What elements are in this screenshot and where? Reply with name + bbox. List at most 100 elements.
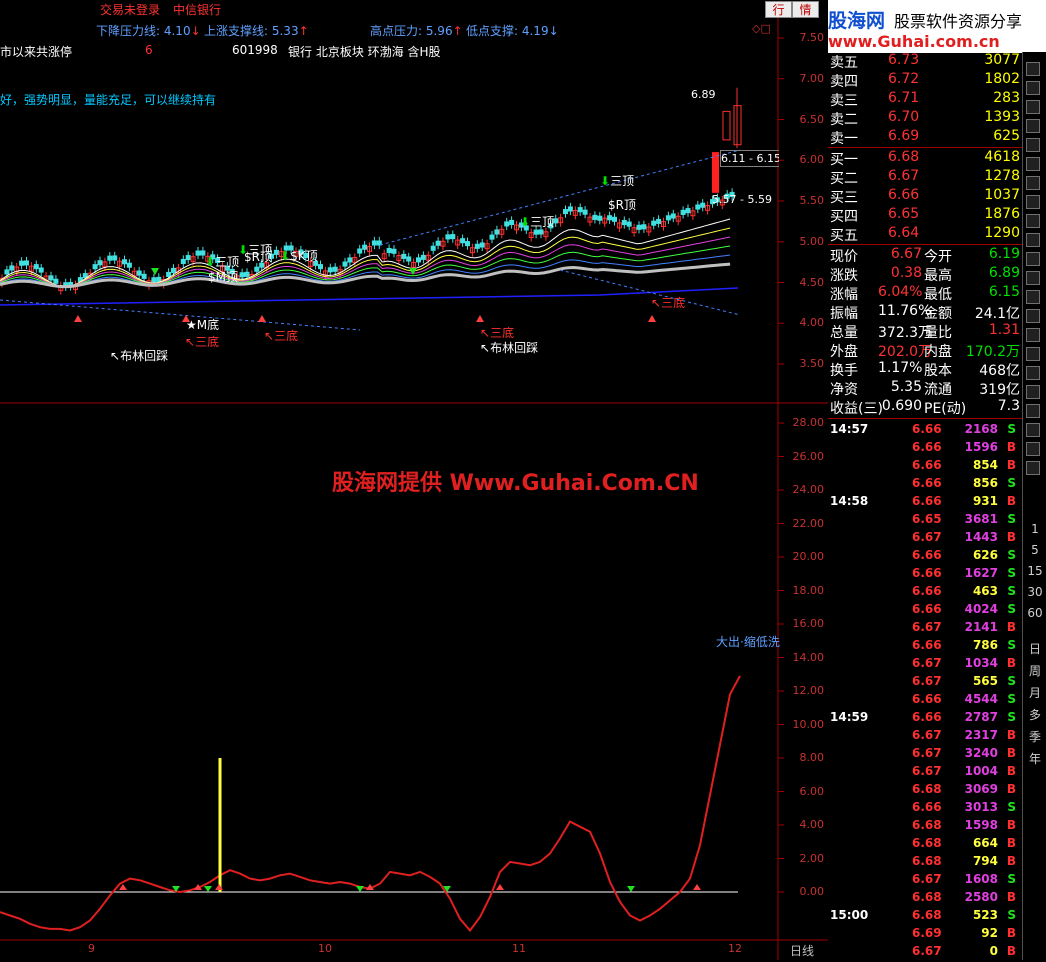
cycle-button[interactable]: 年 — [1023, 750, 1046, 767]
toolbar-tool-icon[interactable] — [1026, 423, 1040, 437]
candle-body — [38, 267, 44, 273]
ask-volume: 1802 — [984, 71, 1020, 87]
tick-row[interactable]: 6.68 664 B — [828, 836, 1020, 854]
tick-row[interactable]: 6.67 2141 B — [828, 620, 1020, 638]
sell-arrow-icon — [409, 268, 417, 275]
toolbar-tool-icon[interactable] — [1026, 461, 1040, 475]
toolbar-tool-icon[interactable] — [1026, 81, 1040, 95]
tick-price: 6.67 — [912, 764, 942, 778]
toolbar-tool-icon[interactable] — [1026, 233, 1040, 247]
tick-row[interactable]: 6.66 1627 S — [828, 566, 1020, 584]
candle-body — [460, 238, 466, 244]
tick-row[interactable]: 6.67 1443 B — [828, 530, 1020, 548]
toolbar-tool-icon[interactable] — [1026, 176, 1040, 190]
candle-body — [92, 264, 98, 270]
tick-volume: 2141 — [964, 620, 998, 634]
tick-row[interactable]: 6.67 1608 S — [828, 872, 1020, 890]
period-button[interactable]: 30 — [1023, 585, 1046, 599]
toolbar-tool-icon[interactable] — [1026, 347, 1040, 361]
stat-value: 6.19 — [988, 246, 1020, 262]
period-button[interactable]: 15 — [1023, 564, 1046, 578]
candle-body — [670, 213, 676, 219]
toolbar-tool-icon[interactable] — [1026, 271, 1040, 285]
tick-row[interactable]: 6.66 4544 S — [828, 692, 1020, 710]
toolbar-tool-icon[interactable] — [1026, 404, 1040, 418]
period-button[interactable]: 1 — [1023, 522, 1046, 536]
toolbar-tool-icon[interactable] — [1026, 252, 1040, 266]
candle-body — [254, 266, 260, 272]
tick-row[interactable]: 6.66 626 S — [828, 548, 1020, 566]
candle-body — [97, 260, 103, 266]
toolbar-tool-icon[interactable] — [1026, 442, 1040, 456]
toolbar-tool-icon[interactable] — [1026, 100, 1040, 114]
cycle-button[interactable]: 季 — [1023, 728, 1046, 745]
tick-side: B — [1006, 890, 1016, 904]
toolbar-tool-icon[interactable] — [1026, 385, 1040, 399]
tick-side: B — [1006, 728, 1016, 742]
bid-row: 买五 6.64 1290 — [828, 225, 1020, 244]
cycle-button[interactable]: 月 — [1023, 684, 1046, 701]
toolbar-tool-icon[interactable] — [1026, 366, 1040, 380]
tick-price: 6.66 — [912, 800, 942, 814]
tick-price: 6.67 — [912, 746, 942, 760]
tick-row[interactable]: 14:58 6.66 931 B — [828, 494, 1020, 512]
toolbar-tool-icon[interactable] — [1026, 119, 1040, 133]
stat-value: 7.3 — [997, 398, 1020, 414]
toolbar-tool-icon[interactable] — [1026, 157, 1040, 171]
tick-row[interactable]: 6.68 1598 B — [828, 818, 1020, 836]
stat-label: PE(动) — [924, 401, 967, 417]
cycle-button[interactable]: 日 — [1023, 640, 1046, 657]
tick-row[interactable]: 14:59 6.66 2787 S — [828, 710, 1020, 728]
bid-row: 买一 6.68 4618 — [828, 149, 1020, 168]
tick-volume: 523 — [972, 908, 998, 922]
buy-arrow-icon — [693, 884, 701, 890]
tick-row[interactable]: 6.65 3681 S — [828, 512, 1020, 530]
toolbar-tool-icon[interactable] — [1026, 138, 1040, 152]
toolbar-tool-icon[interactable] — [1026, 62, 1040, 76]
tick-volume: 1034 — [964, 656, 998, 670]
stat-label: 最高 — [924, 268, 952, 284]
tick-row[interactable]: 6.66 3013 S — [828, 800, 1020, 818]
tick-row[interactable]: 6.67 1034 B — [828, 656, 1020, 674]
tick-row[interactable]: 6.66 854 B — [828, 458, 1020, 476]
tick-volume: 2580 — [964, 890, 998, 904]
tick-time: 14:59 — [830, 710, 869, 724]
tick-row[interactable]: 6.66 856 S — [828, 476, 1020, 494]
oscillator-chart[interactable] — [0, 675, 741, 933]
ask-row: 卖二 6.70 1393 — [828, 109, 1020, 128]
tick-time: 15:00 — [830, 908, 869, 922]
tick-row[interactable]: 6.66 786 S — [828, 638, 1020, 656]
toolbar-tool-icon[interactable] — [1026, 214, 1040, 228]
tick-row[interactable]: 6.67 565 S — [828, 674, 1020, 692]
tick-row[interactable]: 6.68 794 B — [828, 854, 1020, 872]
tick-price: 6.66 — [912, 422, 942, 436]
tick-row[interactable]: 6.69 92 B — [828, 926, 1020, 944]
tick-price: 6.66 — [912, 548, 942, 562]
tick-row[interactable]: 14:57 6.66 2168 S — [828, 422, 1020, 440]
toolbar-tool-icon[interactable] — [1026, 195, 1040, 209]
tick-row[interactable]: 6.68 3069 B — [828, 782, 1020, 800]
tick-row[interactable]: 15:00 6.68 523 S — [828, 908, 1020, 926]
candle-body — [327, 267, 333, 273]
candle-body — [406, 256, 412, 262]
tick-row[interactable]: 6.67 1004 B — [828, 764, 1020, 782]
tick-row[interactable]: 6.67 2317 B — [828, 728, 1020, 746]
cycle-button[interactable]: 周 — [1023, 662, 1046, 679]
tick-row[interactable]: 6.66 1596 B — [828, 440, 1020, 458]
tick-volume: 626 — [972, 548, 998, 562]
tick-row[interactable]: 6.67 0 B — [828, 944, 1020, 962]
tick-row[interactable]: 6.66 463 S — [828, 584, 1020, 602]
toolbar-tool-icon[interactable] — [1026, 328, 1040, 342]
tick-price: 6.67 — [912, 656, 942, 670]
tick-row[interactable]: 6.68 2580 B — [828, 890, 1020, 908]
ask-volume: 1393 — [984, 109, 1020, 125]
period-button[interactable]: 5 — [1023, 543, 1046, 557]
tick-row[interactable]: 6.67 3240 B — [828, 746, 1020, 764]
period-label[interactable]: 日线 — [790, 942, 814, 959]
tick-row[interactable]: 6.66 4024 S — [828, 602, 1020, 620]
toolbar-tool-icon[interactable] — [1026, 290, 1040, 304]
period-button[interactable]: 60 — [1023, 606, 1046, 620]
tick-volume: 1004 — [964, 764, 998, 778]
cycle-button[interactable]: 多 — [1023, 706, 1046, 723]
toolbar-tool-icon[interactable] — [1026, 309, 1040, 323]
